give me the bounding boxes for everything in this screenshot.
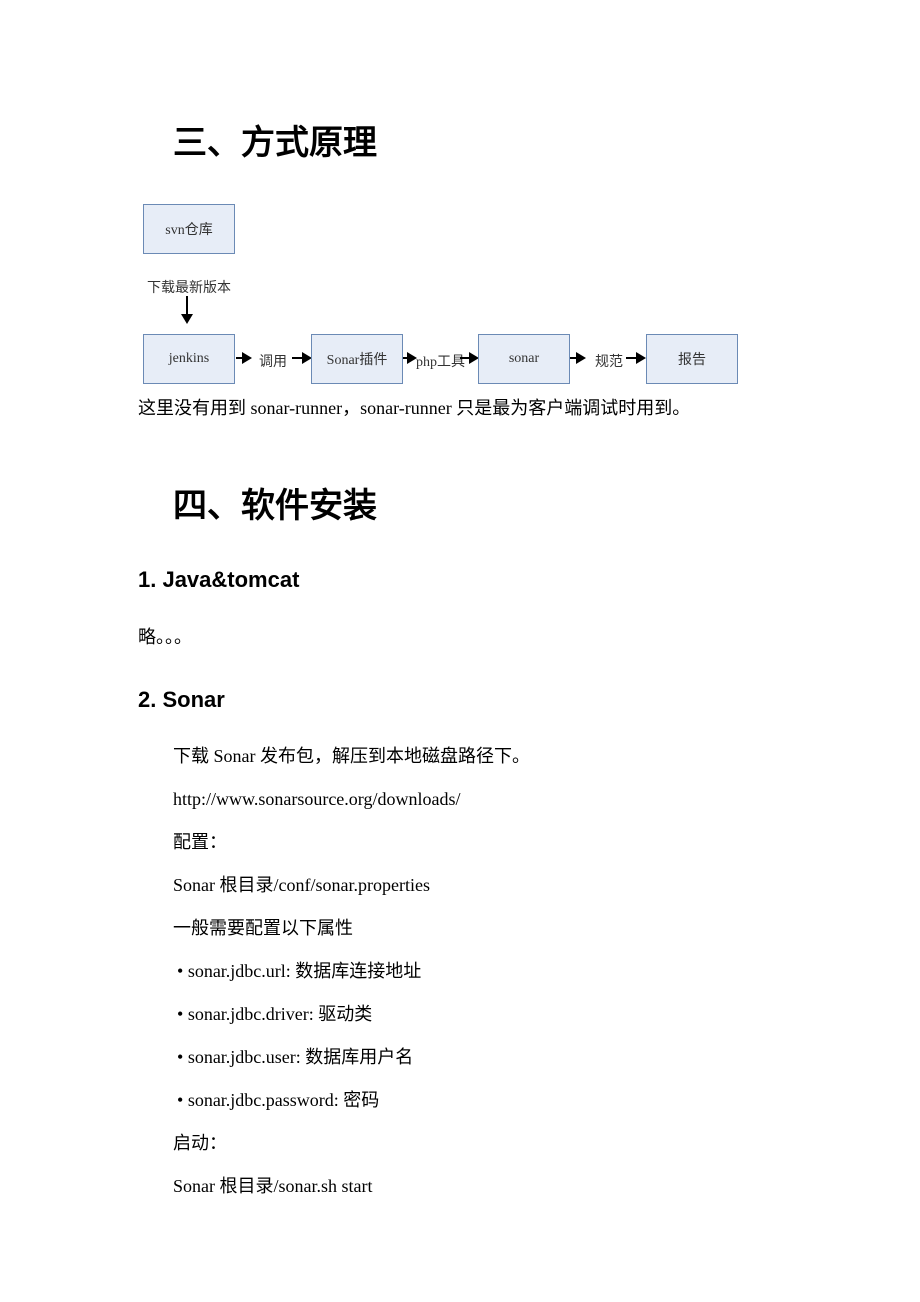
diagram-arrow-download-label: 下载最新版本 <box>143 277 235 297</box>
content-line: 启动： <box>173 1130 782 1157</box>
subsection-1-heading: 1. Java&tomcat <box>138 567 782 593</box>
content-line: Sonar 根目录/sonar.sh start <box>173 1173 782 1200</box>
content-bullet: sonar.jdbc.password: 密码 <box>173 1087 782 1114</box>
diagram-arrow-segment <box>292 357 310 359</box>
content-bullet: sonar.jdbc.user: 数据库用户名 <box>173 1044 782 1071</box>
flow-diagram: svn仓库 下载最新版本 jenkins 调用 Sonar插件 php工具 so… <box>138 204 768 384</box>
section-3-note: 这里没有用到 sonar-runner，sonar-runner 只是最为客户端… <box>138 394 782 423</box>
document-page: 三、方式原理 svn仓库 下载最新版本 jenkins 调用 Sonar插件 p… <box>0 0 920 1200</box>
content-line-url: http://www.sonarsource.org/downloads/ <box>173 786 782 813</box>
diagram-box-report: 报告 <box>646 334 738 384</box>
diagram-arrow-segment <box>626 357 644 359</box>
subsection-2-content: 下载 Sonar 发布包，解压到本地磁盘路径下。 http://www.sona… <box>138 743 782 1200</box>
diagram-arrow-call-label: 调用 <box>240 351 306 371</box>
subsection-1-body: 略。。。 <box>138 623 782 649</box>
content-line: 下载 Sonar 发布包，解压到本地磁盘路径下。 <box>173 743 782 770</box>
diagram-box-sonar: sonar <box>478 334 570 384</box>
diagram-box-svn: svn仓库 <box>143 204 235 254</box>
diagram-arrow-php-label: php工具 <box>403 351 478 371</box>
diagram-arrow-segment <box>460 357 477 359</box>
diagram-box-sonar-plugin: Sonar插件 <box>311 334 403 384</box>
content-line: 一般需要配置以下属性 <box>173 915 782 942</box>
content-bullet: sonar.jdbc.url: 数据库连接地址 <box>173 958 782 985</box>
content-line: 配置： <box>173 829 782 856</box>
diagram-arrow-spec-label: 规范 <box>576 351 642 371</box>
content-line: Sonar 根目录/conf/sonar.properties <box>173 872 782 899</box>
diagram-box-jenkins: jenkins <box>143 334 235 384</box>
diagram-arrow-down <box>186 296 188 322</box>
content-bullet: sonar.jdbc.driver: 驱动类 <box>173 1001 782 1028</box>
subsection-2-heading: 2. Sonar <box>138 687 782 713</box>
section-3-heading: 三、方式原理 <box>173 115 782 164</box>
section-4-heading: 四、软件安装 <box>173 478 782 527</box>
